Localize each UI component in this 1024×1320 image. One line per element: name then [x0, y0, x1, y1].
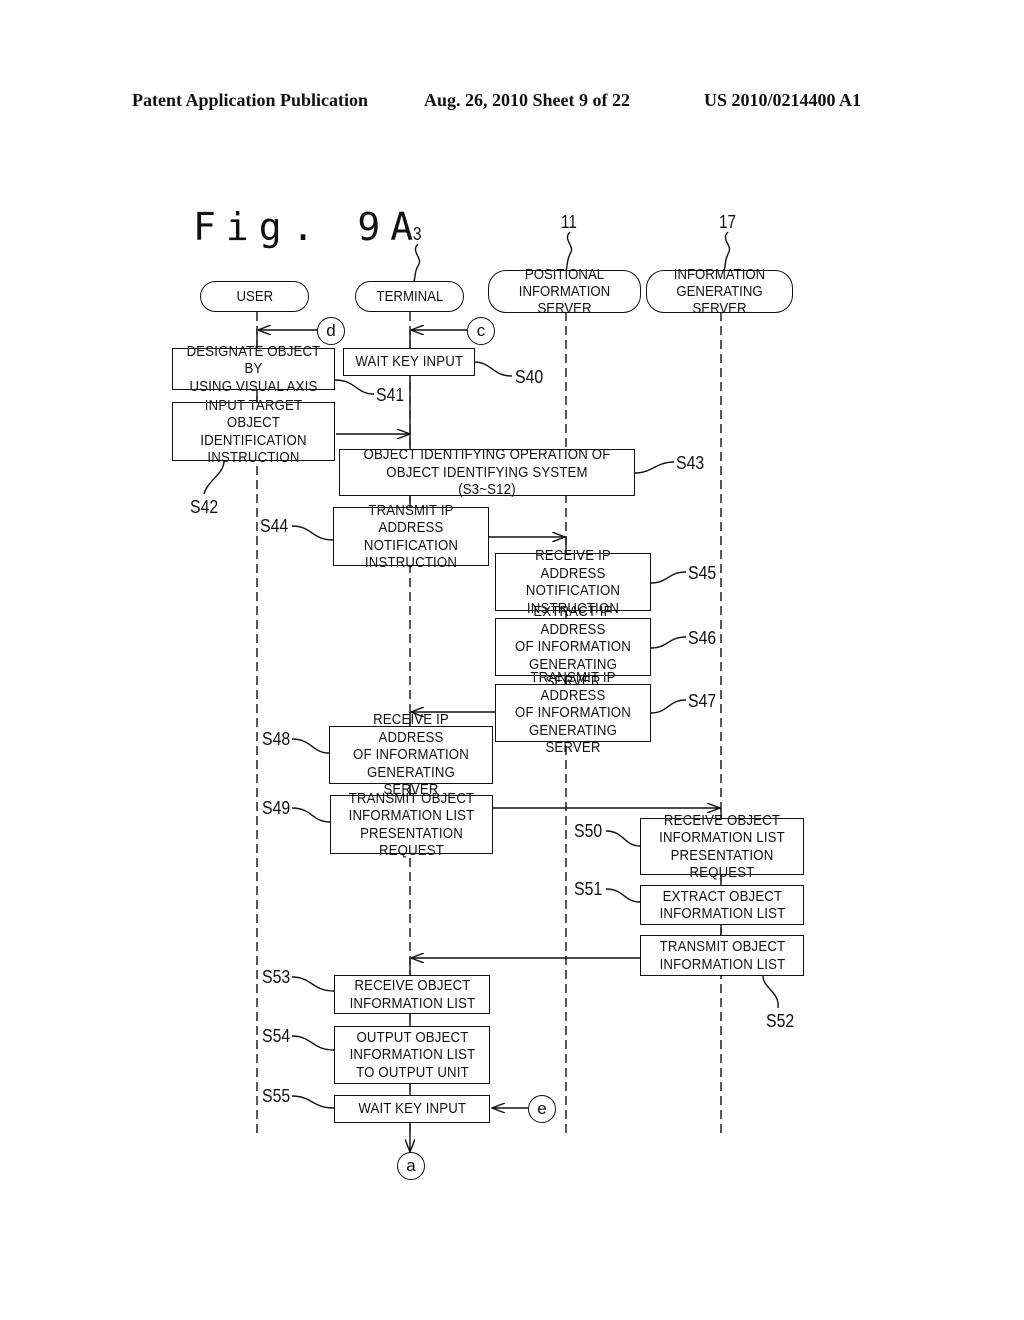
step-box-s50: RECEIVE OBJECT INFORMATION LIST PRESENTA…	[640, 812, 804, 881]
step-box-s43: OBJECT IDENTIFYING OPERATION OF OBJECT I…	[339, 446, 635, 498]
step-label-s40: S40	[515, 367, 544, 387]
connector-c: c	[467, 317, 495, 345]
step-label-s52: S52	[766, 1011, 795, 1031]
step-box-s53: RECEIVE OBJECT INFORMATION LIST	[334, 975, 490, 1014]
lane-positional-server: POSITIONAL INFORMATION SERVER	[488, 266, 641, 317]
step-label-s53: S53	[262, 967, 291, 987]
step-label-s44: S44	[260, 516, 289, 536]
step-box-s55: WAIT KEY INPUT	[334, 1095, 490, 1123]
step-box-s44: TRANSMIT IP ADDRESS NOTIFICATION INSTRUC…	[333, 502, 489, 571]
step-label-s51: S51	[574, 879, 603, 899]
step-label-s41: S41	[376, 385, 405, 405]
lane-user: USER	[200, 281, 309, 312]
step-label-s50: S50	[574, 821, 603, 841]
step-label-s42: S42	[190, 497, 219, 517]
connector-e: e	[528, 1095, 556, 1123]
step-label-s48: S48	[262, 729, 291, 749]
step-box-s40: WAIT KEY INPUT	[343, 348, 475, 376]
step-label-s43: S43	[676, 453, 705, 473]
step-label-s54: S54	[262, 1026, 291, 1046]
step-box-s52: TRANSMIT OBJECT INFORMATION LIST	[640, 935, 804, 976]
ref-terminal: 3	[413, 224, 422, 244]
connector-a: a	[397, 1152, 425, 1180]
connector-d: d	[317, 317, 345, 345]
step-box-s48: RECEIVE IP ADDRESS OF INFORMATION GENERA…	[329, 711, 493, 798]
step-box-s46: EXTRACT IP ADDRESS OF INFORMATION GENERA…	[495, 603, 651, 690]
step-box-s41: DESIGNATE OBJECT BY USING VISUAL AXIS	[172, 343, 335, 395]
step-label-s55: S55	[262, 1086, 291, 1106]
step-label-s46: S46	[688, 628, 717, 648]
lane-terminal: TERMINAL	[355, 281, 464, 312]
step-box-s51: EXTRACT OBJECT INFORMATION LIST	[640, 885, 804, 925]
step-label-s47: S47	[688, 691, 717, 711]
lane-infogen-server: INFORMATION GENERATING SERVER	[646, 266, 793, 317]
step-box-s49: TRANSMIT OBJECT INFORMATION LIST PRESENT…	[330, 790, 493, 859]
step-box-s54: OUTPUT OBJECT INFORMATION LIST TO OUTPUT…	[334, 1026, 490, 1084]
step-box-s42: INPUT TARGET OBJECT IDENTIFICATION INSTR…	[172, 397, 335, 466]
step-box-s47: TRANSMIT IP ADDRESS OF INFORMATION GENER…	[495, 669, 651, 756]
step-label-s45: S45	[688, 563, 717, 583]
step-label-s49: S49	[262, 798, 291, 818]
ref-infogen-server: 17	[719, 212, 737, 232]
ref-positional-server: 11	[561, 212, 577, 232]
